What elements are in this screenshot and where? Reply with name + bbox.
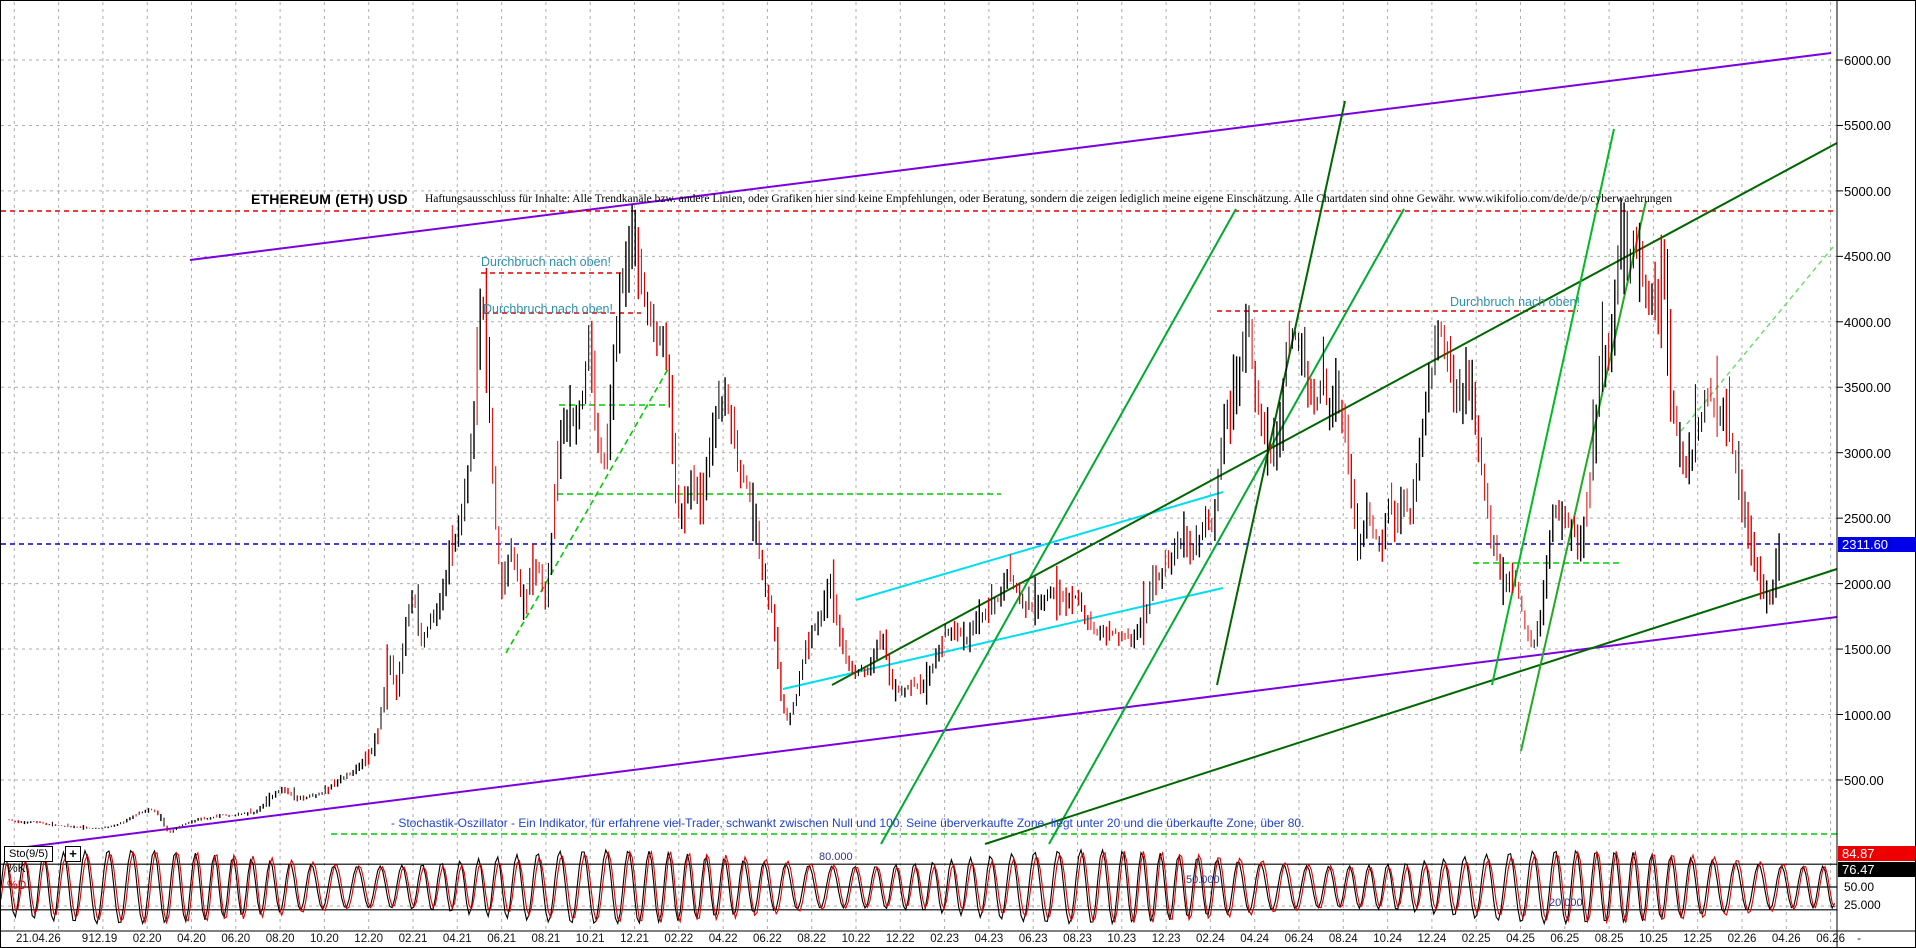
date-axis-label: 04.22 <box>709 933 738 945</box>
price-axis-label: 5000.00 <box>1844 184 1891 199</box>
date-axis-label: 02.25 <box>1462 933 1491 945</box>
date-axis-label: 12.21 <box>620 933 649 945</box>
date-axis-label: 12.20 <box>354 933 383 945</box>
price-axis-label: 4500.00 <box>1844 249 1891 264</box>
date-axis-label: 06.26 <box>1816 933 1845 945</box>
date-axis-label: 12.19 <box>89 933 118 945</box>
date-axis-label: 12.25 <box>1683 933 1712 945</box>
breakout-annotation: Durchbruch nach oben! <box>481 255 611 269</box>
osc-level-label: 80.000 <box>819 851 853 863</box>
osc-level-label: 20.000 <box>1549 897 1583 909</box>
date-axis-label: 10.22 <box>842 933 871 945</box>
symbol-title: ETHEREUM (ETH) USD <box>251 191 408 207</box>
price-axis-label: 500.00 <box>1844 773 1884 788</box>
date-axis-label: 08.25 <box>1595 933 1624 945</box>
date-axis-label: 08.24 <box>1329 933 1358 945</box>
date-axis-label: 04.24 <box>1240 933 1269 945</box>
date-axis-label: 02.22 <box>664 933 693 945</box>
date-axis-label: 02.24 <box>1196 933 1225 945</box>
percent-k-label: %K <box>7 861 26 875</box>
date-axis-label: 04.26 <box>1772 933 1801 945</box>
osc-level-label: 50.000 <box>1186 874 1220 886</box>
date-axis-label: 06.24 <box>1285 933 1314 945</box>
date-axis-start-day: 9 <box>82 933 88 945</box>
stochastic-k-badge: 76.47 <box>1838 862 1916 877</box>
date-axis-label: 08.21 <box>532 933 561 945</box>
add-indicator-button[interactable]: + <box>65 846 81 862</box>
date-axis-label: 04.23 <box>975 933 1004 945</box>
percent-d-label: %D <box>7 878 26 892</box>
osc-axis-label-25: 25.000 <box>1844 898 1881 912</box>
date-axis-label: 08.22 <box>797 933 826 945</box>
date-axis-label: 10.20 <box>310 933 339 945</box>
chart-canvas[interactable] <box>1 1 1916 948</box>
date-axis-label: 06.25 <box>1550 933 1579 945</box>
price-axis-label: 2500.00 <box>1844 511 1891 526</box>
date-axis-label: 04.21 <box>443 933 472 945</box>
date-axis-label: 06.21 <box>487 933 516 945</box>
price-axis-label: 2000.00 <box>1844 577 1891 592</box>
price-axis-label: 1000.00 <box>1844 708 1891 723</box>
date-axis-label: 06.20 <box>221 933 250 945</box>
date-axis-label: 04.25 <box>1506 933 1535 945</box>
date-axis-label: 06.22 <box>753 933 782 945</box>
price-axis-label: 3500.00 <box>1844 380 1891 395</box>
price-axis-label: 5500.00 <box>1844 118 1891 133</box>
date-axis-label: 12.22 <box>886 933 915 945</box>
date-axis-label: 02.26 <box>1728 933 1757 945</box>
date-axis-current: 21.04.26 <box>16 933 61 945</box>
date-axis-label: 08.20 <box>266 933 295 945</box>
price-axis-label: 4000.00 <box>1844 315 1891 330</box>
date-axis-label: 10.23 <box>1107 933 1136 945</box>
date-axis-label: 04.20 <box>177 933 206 945</box>
date-axis-label: 12.23 <box>1152 933 1181 945</box>
date-axis-label: 06.23 <box>1019 933 1048 945</box>
date-axis-label: 10.24 <box>1373 933 1402 945</box>
price-axis-label: 1500.00 <box>1844 642 1891 657</box>
price-axis-label: 6000.00 <box>1844 53 1891 68</box>
osc-axis-label-50: 50.00 <box>1844 880 1874 894</box>
date-axis-end: - <box>1857 933 1861 945</box>
date-axis-label: 02.20 <box>133 933 162 945</box>
breakout-annotation: Durchbruch nach oben! <box>1450 295 1580 309</box>
breakout-annotation: Durchbruch nach oben! <box>483 302 613 316</box>
date-axis-label: 10.21 <box>576 933 605 945</box>
date-axis-label: 02.21 <box>399 933 428 945</box>
stochastic-d-badge: 84.87 <box>1838 846 1916 861</box>
disclaimer-text: Haftungsausschluss für Inhalte: Alle Tre… <box>425 193 1672 205</box>
chart-window: ETHEREUM (ETH) USD Haftungsausschluss fü… <box>0 0 1916 948</box>
current-price-badge: 2311.60 <box>1838 537 1916 552</box>
price-axis-label: 3000.00 <box>1844 446 1891 461</box>
date-axis-label: 12.24 <box>1418 933 1447 945</box>
date-axis-label: 10.25 <box>1639 933 1668 945</box>
date-axis-label: 02.23 <box>930 933 959 945</box>
stochastic-note: - Stochastik-Oszillator - Ein Indikator,… <box>391 816 1304 830</box>
date-axis-label: 08.23 <box>1063 933 1092 945</box>
indicator-settings-button[interactable]: Sto(9/5) <box>4 846 53 862</box>
